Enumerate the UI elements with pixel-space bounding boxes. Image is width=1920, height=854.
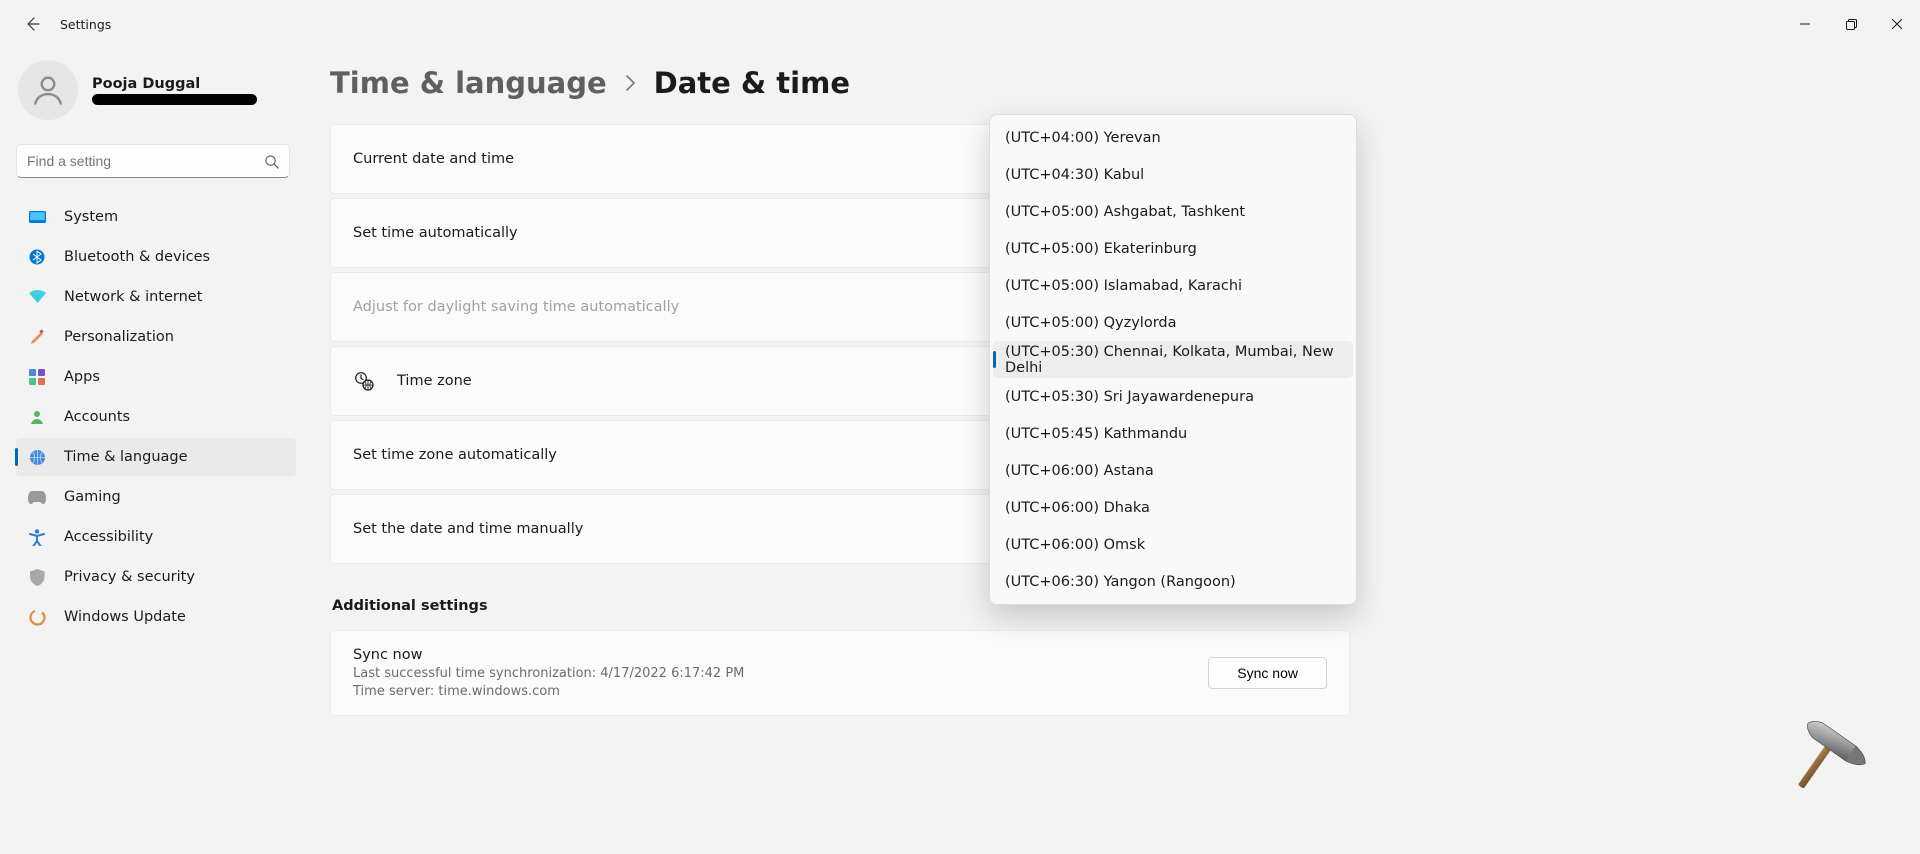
timezone-option[interactable]: (UTC+04:00) Yerevan	[993, 119, 1353, 156]
timezone-option[interactable]: (UTC+06:00) Astana	[993, 452, 1353, 489]
timezone-option[interactable]: (UTC+05:30) Sri Jayawardenepura	[993, 378, 1353, 415]
minimize-icon	[1800, 19, 1810, 29]
sidebar-item-system[interactable]: System	[16, 198, 296, 236]
sidebar-item-label: System	[64, 209, 118, 225]
profile-block[interactable]: Pooja Duggal	[0, 48, 306, 138]
sync-now-button[interactable]: Sync now	[1208, 657, 1327, 689]
card-label: Current date and time	[353, 151, 514, 167]
breadcrumb-current: Date & time	[654, 66, 850, 100]
sidebar-item-gaming[interactable]: Gaming	[16, 478, 296, 516]
timezone-option[interactable]: (UTC+06:00) Dhaka	[993, 489, 1353, 526]
timezone-option[interactable]: (UTC+05:00) Ekaterinburg	[993, 230, 1353, 267]
sidebar-item-privacy[interactable]: Privacy & security	[16, 558, 296, 596]
sidebar-item-accounts[interactable]: Accounts	[16, 398, 296, 436]
card-label: Set time zone automatically	[353, 447, 557, 463]
window-controls	[1782, 8, 1920, 40]
sidebar-item-personalization[interactable]: Personalization	[16, 318, 296, 356]
back-arrow-icon	[24, 16, 40, 32]
sidebar-item-accessibility[interactable]: Accessibility	[16, 518, 296, 556]
card-label: Adjust for daylight saving time automati…	[353, 299, 679, 315]
timezone-option[interactable]: (UTC+04:30) Kabul	[993, 156, 1353, 193]
timezone-icon	[353, 371, 375, 391]
timezone-option[interactable]: (UTC+05:00) Qyzylorda	[993, 304, 1353, 341]
timezone-option[interactable]: (UTC+06:30) Yangon (Rangoon)	[993, 563, 1353, 600]
timezone-option[interactable]: (UTC+05:30) Chennai, Kolkata, Mumbai, Ne…	[993, 341, 1353, 378]
search-box[interactable]	[16, 144, 290, 178]
sync-title: Sync now	[353, 647, 744, 663]
sidebar-item-apps[interactable]: Apps	[16, 358, 296, 396]
timezone-dropdown[interactable]: (UTC+04:00) Yerevan(UTC+04:30) Kabul(UTC…	[989, 114, 1357, 605]
card-label: Set time automatically	[353, 225, 518, 241]
shield-icon	[28, 568, 46, 586]
close-icon	[1892, 19, 1902, 29]
maximize-button[interactable]	[1828, 8, 1874, 40]
sidebar-item-label: Gaming	[64, 489, 121, 505]
update-icon	[28, 608, 46, 626]
avatar	[18, 60, 78, 120]
sidebar-nav: System Bluetooth & devices Network & int…	[0, 196, 306, 638]
gaming-icon	[28, 488, 46, 506]
sidebar-item-label: Network & internet	[64, 289, 202, 305]
sidebar-item-bluetooth[interactable]: Bluetooth & devices	[16, 238, 296, 276]
maximize-icon	[1846, 19, 1857, 30]
titlebar: Settings	[0, 0, 1920, 48]
chevron-right-icon	[625, 74, 636, 92]
bluetooth-icon	[28, 248, 46, 266]
sidebar: Pooja Duggal System Bluetoot	[0, 48, 310, 854]
sync-server: Time server: time.windows.com	[353, 684, 744, 699]
sidebar-item-label: Time & language	[64, 449, 188, 465]
search-icon	[264, 154, 279, 169]
minimize-button[interactable]	[1782, 8, 1828, 40]
person-icon	[30, 72, 66, 108]
accessibility-icon	[28, 528, 46, 546]
timezone-option[interactable]: (UTC+06:00) Omsk	[993, 526, 1353, 563]
card-sync-now: Sync now Last successful time synchroniz…	[330, 630, 1350, 716]
sidebar-item-label: Windows Update	[64, 609, 186, 625]
sidebar-item-windows-update[interactable]: Windows Update	[16, 598, 296, 636]
paintbrush-icon	[28, 328, 46, 346]
timezone-option[interactable]: (UTC+05:00) Ashgabat, Tashkent	[993, 193, 1353, 230]
back-button[interactable]	[12, 4, 52, 44]
sidebar-item-label: Bluetooth & devices	[64, 249, 210, 265]
card-label: Set the date and time manually	[353, 521, 583, 537]
system-icon	[28, 208, 46, 226]
apps-icon	[28, 368, 46, 386]
timezone-option[interactable]: (UTC+05:45) Kathmandu	[993, 415, 1353, 452]
timezone-option[interactable]: (UTC+05:00) Islamabad, Karachi	[993, 267, 1353, 304]
sidebar-item-time-language[interactable]: Time & language	[16, 438, 296, 476]
sidebar-item-label: Accessibility	[64, 529, 153, 545]
sidebar-item-label: Privacy & security	[64, 569, 195, 585]
sidebar-item-label: Accounts	[64, 409, 130, 425]
wifi-icon	[28, 288, 46, 306]
search-input[interactable]	[27, 153, 264, 169]
close-button[interactable]	[1874, 8, 1920, 40]
sidebar-item-label: Personalization	[64, 329, 174, 345]
sidebar-item-network[interactable]: Network & internet	[16, 278, 296, 316]
clock-globe-icon	[28, 448, 46, 466]
sync-last-sync: Last successful time synchronization: 4/…	[353, 666, 744, 681]
profile-name: Pooja Duggal	[92, 76, 257, 92]
main-content: Time & language Date & time Current date…	[310, 48, 1920, 854]
breadcrumb-parent[interactable]: Time & language	[330, 66, 607, 100]
card-label: Time zone	[397, 373, 472, 389]
window-title: Settings	[60, 17, 111, 32]
sidebar-item-label: Apps	[64, 369, 100, 385]
profile-email-redacted	[92, 94, 257, 105]
accounts-icon	[28, 408, 46, 426]
breadcrumb: Time & language Date & time	[330, 66, 1880, 100]
hammer-cursor-icon	[1772, 714, 1872, 804]
